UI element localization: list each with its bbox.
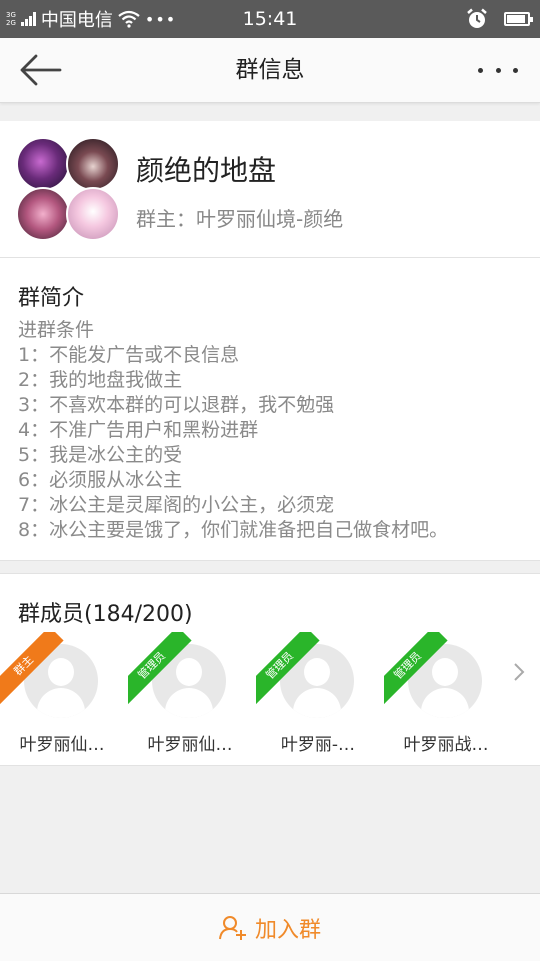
- role-ribbon: 管理员: [384, 632, 464, 712]
- group-avatar: [16, 137, 120, 241]
- intro-text: 进群条件 1：不能发广告或不良信息 2：我的地盘我做主 3：不喜欢本群的可以退群…: [18, 318, 533, 543]
- intro-line: 5：我是冰公主的受: [18, 444, 183, 466]
- role-badge: 管理员: [384, 632, 448, 706]
- role-badge: 管理员: [128, 632, 192, 706]
- bottom-bar: 加入群: [0, 893, 540, 961]
- group-name: 颜绝的地盘: [136, 154, 277, 187]
- member-item[interactable]: 管理员 叶罗丽-…: [256, 632, 380, 756]
- nav-bar: 群信息: [0, 38, 540, 103]
- more-dots-icon[interactable]: [478, 60, 518, 80]
- member-avatar-1: [16, 137, 70, 191]
- clock: 15:41: [242, 8, 298, 30]
- group-owner: 群主：叶罗丽仙境-颜绝: [136, 207, 344, 231]
- join-label: 加入群: [254, 917, 321, 943]
- status-right: [466, 0, 533, 38]
- group-members-section[interactable]: 群成员(184/200) 群主 叶罗丽仙… 管理员 叶罗丽仙… 管理员 叶罗丽-…: [0, 573, 540, 766]
- member-name: 叶罗丽仙…: [19, 735, 105, 755]
- intro-line: 8：冰公主要是饿了，你们就准备把自己做食材吧。: [18, 519, 449, 541]
- role-ribbon: 管理员: [256, 632, 336, 712]
- status-bar: 3G 2G 中国电信 ••• 15:41: [0, 0, 540, 38]
- role-ribbon: 群主: [0, 632, 80, 712]
- intro-line: 3：不喜欢本群的可以退群，我不勉强: [18, 394, 335, 416]
- intro-line: 1：不能发广告或不良信息: [18, 344, 240, 366]
- intro-title: 群简介: [18, 286, 85, 311]
- role-badge: 群主: [0, 632, 64, 706]
- member-avatar-3: [16, 187, 70, 241]
- alarm-icon: [467, 8, 487, 28]
- intro-line: 2：我的地盘我做主: [18, 369, 183, 391]
- member-avatar-2: [66, 137, 120, 191]
- group-intro-section: 群简介 进群条件 1：不能发广告或不良信息 2：我的地盘我做主 3：不喜欢本群的…: [0, 258, 540, 561]
- members-title: 群成员(184/200): [18, 602, 193, 627]
- member-item[interactable]: 管理员 叶罗丽战…: [384, 632, 508, 756]
- role-ribbon: 管理员: [128, 632, 208, 712]
- battery-level: [507, 15, 525, 23]
- intro-line: 4：不准广告用户和黑粉进群: [18, 419, 259, 441]
- battery-icon: [504, 12, 533, 26]
- member-name: 叶罗丽战…: [403, 735, 489, 755]
- intro-line: 6：必须服从冰公主: [18, 469, 183, 491]
- member-name: 叶罗丽仙…: [147, 735, 233, 755]
- member-item[interactable]: 管理员 叶罗丽仙…: [128, 632, 252, 756]
- role-badge: 管理员: [256, 632, 320, 706]
- member-name: 叶罗丽-…: [280, 735, 356, 755]
- member-avatar-4: [66, 187, 120, 241]
- page-title: 群信息: [235, 57, 305, 83]
- intro-line: 进群条件: [18, 319, 95, 341]
- group-header[interactable]: 颜绝的地盘 群主：叶罗丽仙境-颜绝: [0, 121, 540, 258]
- chevron-right-icon[interactable]: [512, 662, 526, 682]
- join-group-button[interactable]: 加入群: [0, 894, 540, 961]
- member-item[interactable]: 群主 叶罗丽仙…: [0, 632, 124, 756]
- add-user-icon: [218, 915, 246, 940]
- intro-line: 7：冰公主是灵犀阁的小公主，必须宠: [18, 494, 335, 516]
